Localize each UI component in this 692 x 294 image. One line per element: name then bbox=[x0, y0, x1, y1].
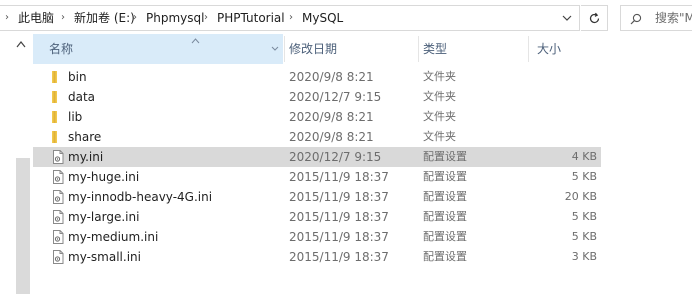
scroll-up-arrow-icon[interactable] bbox=[16, 41, 26, 48]
folder-icon bbox=[51, 110, 65, 124]
file-name: my.ini bbox=[68, 150, 104, 164]
file-type: 配置设置 bbox=[423, 150, 467, 163]
file-row[interactable]: share 2020/9/8 8:21 文件夹 bbox=[33, 127, 601, 147]
file-modified-date: 2015/11/9 18:37 bbox=[289, 210, 389, 224]
file-type: 文件夹 bbox=[423, 110, 456, 123]
file-name: data bbox=[68, 90, 96, 104]
chevron-down-icon bbox=[562, 15, 572, 21]
column-divider[interactable] bbox=[284, 36, 285, 62]
file-row[interactable]: my-medium.ini 2015/11/9 18:37 配置设置 5 KB bbox=[33, 227, 601, 247]
breadcrumb-phpmysql[interactable]: Phpmysql bbox=[146, 6, 204, 30]
file-name: my-large.ini bbox=[68, 210, 140, 224]
search-icon bbox=[630, 13, 642, 25]
breadcrumb-separator-icon[interactable]: › bbox=[133, 6, 137, 30]
file-name: share bbox=[68, 130, 102, 144]
chevron-down-icon[interactable] bbox=[271, 46, 279, 51]
file-modified-date: 2020/12/7 9:15 bbox=[289, 90, 382, 104]
file-size: 5 KB bbox=[571, 230, 597, 243]
refresh-button[interactable] bbox=[581, 5, 608, 31]
file-type: 配置设置 bbox=[423, 210, 467, 223]
column-header-name[interactable]: 名称 bbox=[33, 34, 283, 64]
breadcrumb-phptutorial[interactable]: PHPTutorial bbox=[217, 6, 285, 30]
config-file-icon bbox=[51, 150, 65, 164]
file-modified-date: 2020/9/8 8:21 bbox=[289, 110, 374, 124]
column-divider[interactable] bbox=[528, 36, 529, 62]
column-divider[interactable] bbox=[418, 36, 419, 62]
file-size: 3 KB bbox=[571, 250, 597, 263]
column-headers: 名称 修改日期 类型 大小 bbox=[33, 34, 601, 64]
config-file-icon bbox=[51, 250, 65, 264]
file-row[interactable]: my-huge.ini 2015/11/9 18:37 配置设置 5 KB bbox=[33, 167, 601, 187]
file-size: 5 KB bbox=[571, 170, 597, 183]
file-name: my-innodb-heavy-4G.ini bbox=[68, 190, 213, 204]
breadcrumb-drive-e[interactable]: 新加卷 (E:) bbox=[74, 6, 135, 30]
navigation-scrollbar-thumb[interactable] bbox=[16, 158, 30, 294]
address-bar[interactable]: › 此电脑 › 新加卷 (E:) › Phpmysql › PHPTutoria… bbox=[0, 5, 580, 31]
file-type: 配置设置 bbox=[423, 190, 467, 203]
file-type: 配置设置 bbox=[423, 170, 467, 183]
breadcrumb-separator-icon[interactable]: › bbox=[289, 6, 293, 30]
file-type: 配置设置 bbox=[423, 250, 467, 263]
file-type: 文件夹 bbox=[423, 70, 456, 83]
column-header-size[interactable]: 大小 bbox=[537, 34, 597, 64]
file-modified-date: 2015/11/9 18:37 bbox=[289, 170, 389, 184]
folder-icon bbox=[51, 90, 65, 104]
column-header-type[interactable]: 类型 bbox=[423, 34, 523, 64]
file-row[interactable]: my-small.ini 2015/11/9 18:37 配置设置 3 KB bbox=[33, 247, 601, 267]
file-row[interactable]: bin 2020/9/8 8:21 文件夹 bbox=[33, 67, 601, 87]
sort-ascending-icon bbox=[191, 38, 200, 44]
config-file-icon bbox=[51, 210, 65, 224]
file-row[interactable]: my.ini 2020/12/7 9:15 配置设置 4 KB bbox=[33, 147, 601, 167]
file-modified-date: 2015/11/9 18:37 bbox=[289, 250, 389, 264]
file-size: 4 KB bbox=[571, 150, 597, 163]
file-size: 20 KB bbox=[564, 190, 597, 203]
config-file-icon bbox=[51, 230, 65, 244]
file-modified-date: 2015/11/9 18:37 bbox=[289, 190, 389, 204]
file-modified-date: 2020/12/7 9:15 bbox=[289, 150, 382, 164]
breadcrumb-separator-icon[interactable]: › bbox=[61, 6, 65, 30]
breadcrumb-this-pc[interactable]: 此电脑 bbox=[18, 6, 54, 30]
folder-icon bbox=[51, 130, 65, 144]
file-type: 文件夹 bbox=[423, 130, 456, 143]
file-row[interactable]: lib 2020/9/8 8:21 文件夹 bbox=[33, 107, 601, 127]
breadcrumb-mysql[interactable]: MySQL bbox=[302, 6, 343, 30]
file-modified-date: 2020/9/8 8:21 bbox=[289, 130, 374, 144]
file-name: lib bbox=[68, 110, 83, 124]
column-header-name-label: 名称 bbox=[49, 42, 74, 56]
search-box[interactable]: 搜索"M bbox=[620, 5, 692, 31]
refresh-icon bbox=[589, 12, 600, 24]
file-type: 文件夹 bbox=[423, 90, 456, 103]
breadcrumb-separator-icon[interactable]: › bbox=[204, 6, 208, 30]
breadcrumb-separator-icon[interactable]: › bbox=[5, 6, 9, 30]
file-modified-date: 2020/9/8 8:21 bbox=[289, 70, 374, 84]
config-file-icon bbox=[51, 170, 65, 184]
file-row[interactable]: data 2020/12/7 9:15 文件夹 bbox=[33, 87, 601, 107]
file-row[interactable]: my-large.ini 2015/11/9 18:37 配置设置 5 KB bbox=[33, 207, 601, 227]
file-modified-date: 2015/11/9 18:37 bbox=[289, 230, 389, 244]
file-name: my-small.ini bbox=[68, 250, 141, 264]
folder-icon bbox=[51, 70, 65, 84]
file-name: my-medium.ini bbox=[68, 230, 159, 244]
file-size: 5 KB bbox=[571, 210, 597, 223]
file-row[interactable]: my-innodb-heavy-4G.ini 2015/11/9 18:37 配置设… bbox=[33, 187, 601, 207]
address-history-dropdown[interactable] bbox=[556, 6, 578, 30]
search-placeholder: 搜索"M bbox=[655, 11, 692, 25]
file-list: bin 2020/9/8 8:21 文件夹 data 2020/12/7 9:15 文件夹… bbox=[33, 67, 601, 267]
file-type: 配置设置 bbox=[423, 230, 467, 243]
file-name: my-huge.ini bbox=[68, 170, 140, 184]
file-name: bin bbox=[68, 70, 87, 84]
column-header-date[interactable]: 修改日期 bbox=[289, 34, 417, 64]
config-file-icon bbox=[51, 190, 65, 204]
